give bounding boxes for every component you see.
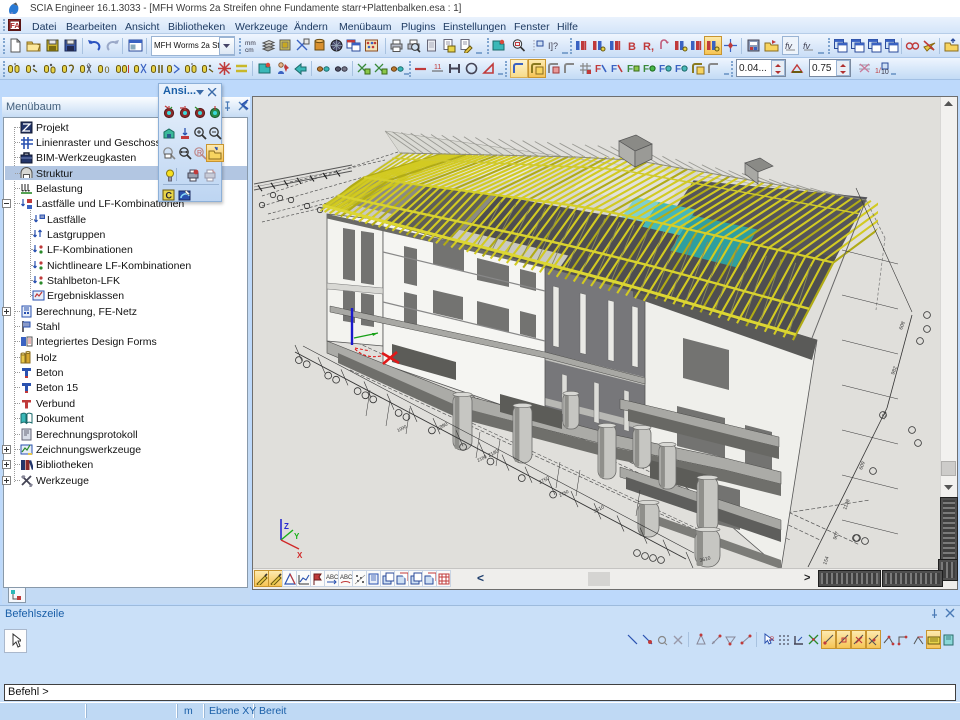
svg-text:F: F: [659, 64, 665, 75]
svg-text:F: F: [627, 64, 633, 75]
svg-text:ABC: ABC: [340, 575, 352, 581]
svg-text:B: B: [628, 41, 636, 53]
svg-text:R: R: [770, 637, 775, 643]
svg-text:FA: FA: [10, 21, 20, 30]
svg-text:C: C: [166, 191, 173, 201]
svg-text:F: F: [611, 64, 617, 75]
svg-text:X: X: [297, 551, 303, 560]
svg-text:mm: mm: [245, 40, 256, 47]
svg-text:R,: R,: [643, 41, 654, 53]
svg-text:10: 10: [881, 69, 889, 76]
svg-text:Z: Z: [284, 522, 289, 531]
svg-text:1/: 1/: [875, 68, 881, 75]
svg-text:cm: cm: [245, 47, 254, 53]
svg-text:F: F: [675, 64, 681, 75]
svg-text:0: 0: [105, 65, 110, 75]
svg-text:R: R: [197, 150, 202, 157]
svg-text:11: 11: [434, 64, 441, 71]
svg-text:ABC: ABC: [326, 575, 338, 581]
svg-text:F: F: [595, 64, 601, 75]
svg-text:F: F: [643, 64, 649, 75]
svg-text:I]?: I]?: [548, 41, 558, 51]
svg-text:Y: Y: [294, 532, 300, 541]
